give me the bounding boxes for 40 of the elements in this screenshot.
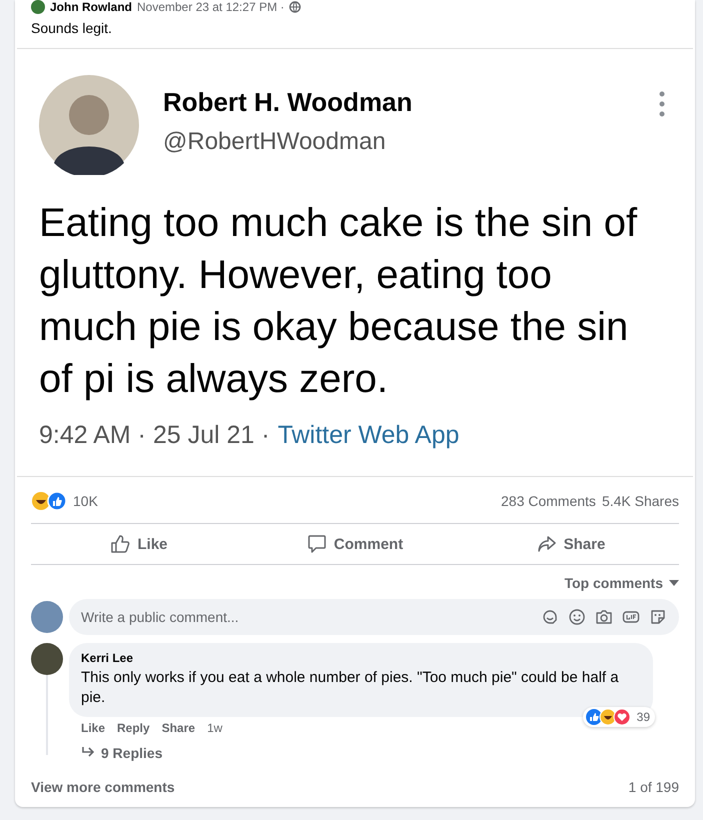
comments-count[interactable]: 283 Comments	[501, 493, 596, 509]
comment-author[interactable]: Kerri Lee	[81, 651, 641, 665]
speech-bubble-icon	[306, 534, 327, 554]
comment-action-link[interactable]: Reply	[117, 720, 150, 734]
comment-text: This only works if you eat a whole number of pies. "Too much pie" could be half a pie.	[81, 668, 620, 708]
comment-age: 1w	[207, 720, 222, 734]
reaction-badge[interactable]: 39	[582, 706, 655, 726]
shares-count[interactable]: 5.4K Shares	[602, 493, 679, 509]
post-author[interactable]: John Rowland	[50, 0, 132, 14]
comment-action-link[interactable]: Share	[162, 720, 196, 734]
comment-action-link[interactable]: Like	[81, 720, 106, 734]
reaction-count[interactable]: 10K	[73, 493, 98, 509]
sort-dropdown[interactable]: Top comments	[564, 573, 679, 593]
comment-button[interactable]: Comment	[247, 524, 463, 564]
tweet-handle: @RobertHWoodman	[163, 128, 387, 156]
reply-arrow-icon	[81, 746, 95, 758]
tweet-text: Eating too much cake is the sin of gluttony. However, eating too much pie is okay because the sin of pi is always zero.	[39, 200, 638, 403]
post-text: Sounds legit.	[31, 20, 113, 36]
share-button[interactable]: Share	[463, 524, 679, 564]
post-time: November 23 at 12:27 PM ·	[137, 0, 284, 14]
tweet-author-name: Robert H. Woodman	[163, 87, 414, 118]
replies-link[interactable]: 9 Replies	[69, 738, 679, 764]
sticker-face-icon[interactable]	[649, 608, 667, 626]
more-icon	[659, 91, 665, 117]
avatar	[31, 0, 45, 14]
camera-icon[interactable]	[595, 608, 613, 626]
tweet-timestamp: 9:42 AM · 25 Jul 21 ·	[39, 421, 270, 450]
emoji-icon[interactable]	[568, 608, 586, 626]
like-button[interactable]: Like	[31, 524, 247, 564]
sticker-icon[interactable]	[541, 608, 559, 626]
avatar[interactable]	[31, 643, 63, 675]
thumbs-up-icon	[110, 534, 130, 554]
tweet-source: Twitter Web App	[278, 421, 460, 450]
globe-icon	[289, 1, 302, 13]
reaction-icons	[31, 491, 67, 511]
comment-page-count: 1 of 199	[628, 778, 679, 794]
share-arrow-icon	[536, 534, 557, 554]
comment-input[interactable]: Write a public comment...	[69, 599, 679, 635]
caret-icon	[669, 580, 679, 586]
view-more-comments-link[interactable]: View more comments	[31, 778, 175, 794]
